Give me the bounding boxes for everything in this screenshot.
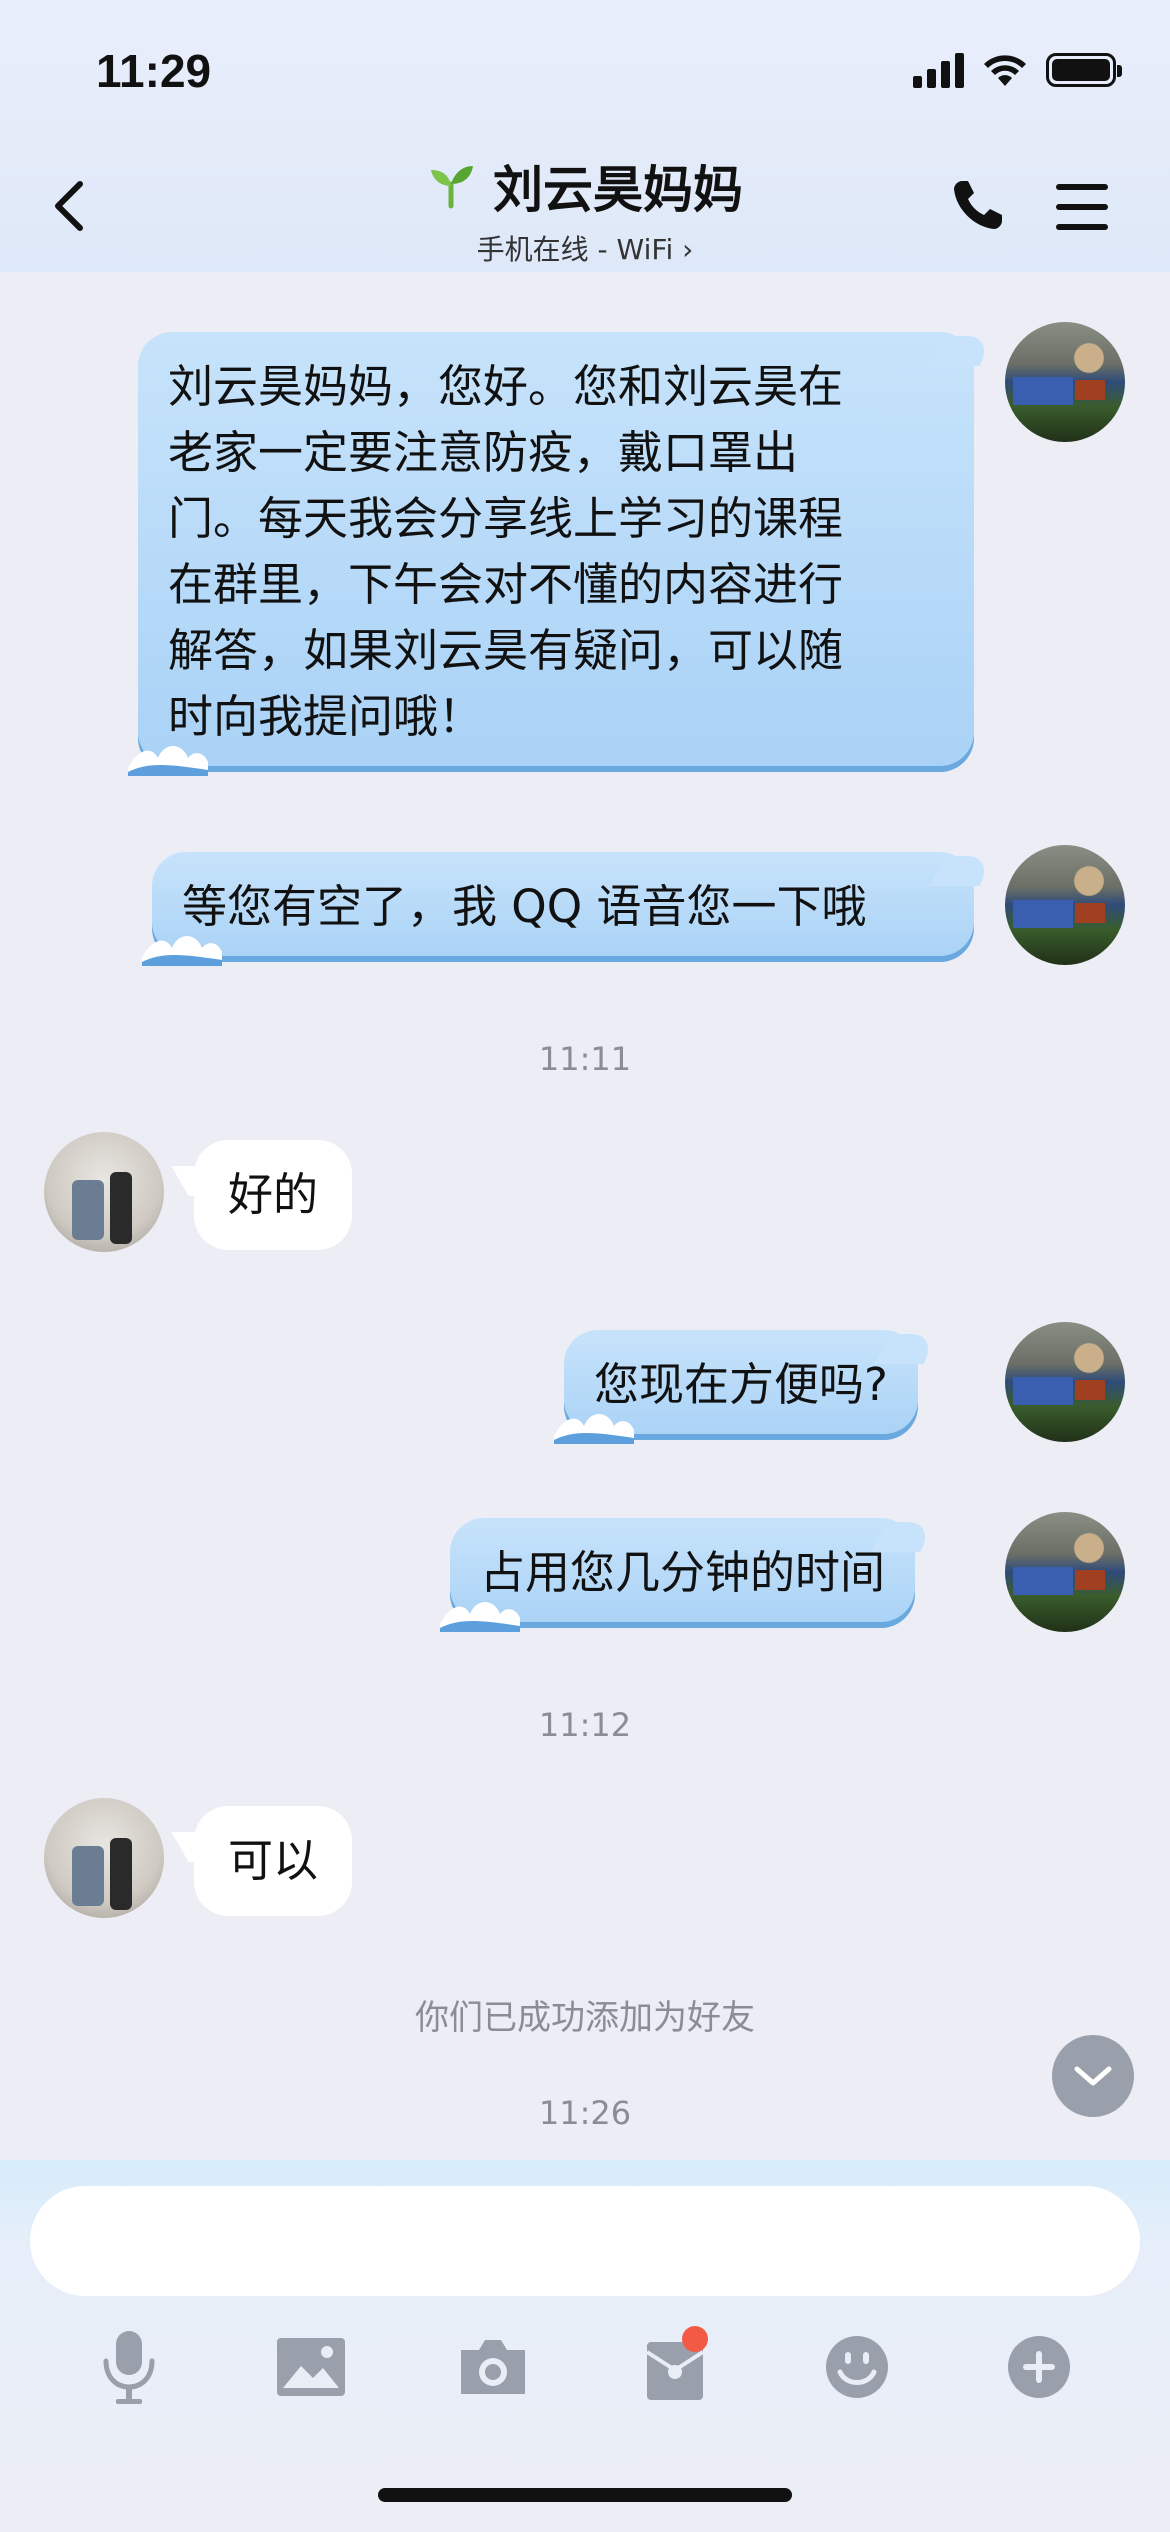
contact-avatar[interactable] bbox=[44, 1132, 164, 1252]
chat-header: 11:29 刘云昊妈妈 手机在线 - WiFi › bbox=[0, 0, 1170, 272]
chevron-down-icon bbox=[1074, 2066, 1112, 2086]
message-bubble-sent[interactable]: 您现在方便吗? bbox=[554, 1330, 941, 1444]
contact-avatar[interactable] bbox=[44, 1798, 164, 1918]
message-text: 刘云昊妈妈，您好。您和刘云昊在 老家一定要注意防疫，戴口罩出 门。每天我会分享线… bbox=[168, 360, 844, 743]
emoji-button[interactable] bbox=[812, 2322, 902, 2412]
phone-icon bbox=[954, 181, 1002, 229]
notification-badge bbox=[682, 2326, 708, 2352]
camera-button[interactable] bbox=[448, 2322, 538, 2412]
microphone-icon bbox=[103, 2331, 155, 2404]
cellular-signal-icon bbox=[913, 52, 964, 88]
menu-button[interactable] bbox=[1052, 180, 1112, 234]
voice-call-button[interactable] bbox=[948, 175, 1008, 235]
message-timestamp: 11:11 bbox=[538, 1040, 632, 1078]
wave-decoration-icon bbox=[142, 936, 222, 966]
status-time: 11:29 bbox=[96, 45, 212, 97]
message-text: 好的 bbox=[228, 1168, 319, 1221]
wave-decoration-icon bbox=[440, 1602, 520, 1632]
status-icons bbox=[913, 52, 1122, 88]
input-area bbox=[0, 2160, 1170, 2532]
emoji-icon bbox=[826, 2336, 888, 2398]
message-timestamp: 11:12 bbox=[538, 1706, 632, 1744]
my-avatar[interactable] bbox=[1005, 1322, 1125, 1442]
hamburger-menu-icon bbox=[1056, 184, 1108, 230]
message-bubble-sent[interactable]: 等您有空了，我 QQ 语音您一下哦 bbox=[142, 852, 997, 966]
message-text: 可以 bbox=[228, 1834, 319, 1887]
chat-title: 刘云昊妈妈 bbox=[493, 161, 743, 219]
sprout-icon bbox=[431, 166, 473, 209]
more-button[interactable] bbox=[994, 2322, 1084, 2412]
message-timestamp: 11:26 bbox=[538, 2094, 632, 2132]
my-avatar[interactable] bbox=[1005, 1512, 1125, 1632]
message-bubble-received[interactable]: 好的 bbox=[171, 1140, 353, 1250]
message-input[interactable] bbox=[30, 2186, 1140, 2296]
image-icon bbox=[277, 2338, 345, 2396]
message-bubble-sent[interactable]: 占用您几分钟的时间 bbox=[440, 1518, 938, 1632]
image-button[interactable] bbox=[266, 2322, 356, 2412]
wave-decoration-icon bbox=[554, 1414, 634, 1444]
my-avatar[interactable] bbox=[1005, 845, 1125, 965]
wifi-icon bbox=[984, 55, 1026, 86]
my-avatar[interactable] bbox=[1005, 322, 1125, 442]
scroll-to-bottom-button[interactable] bbox=[1052, 2035, 1134, 2117]
message-text: 您现在方便吗? bbox=[594, 1358, 888, 1411]
message-bubble-sent[interactable]: 刘云昊妈妈，您好。您和刘云昊在 老家一定要注意防疫，戴口罩出 门。每天我会分享线… bbox=[128, 332, 997, 776]
red-packet-button[interactable] bbox=[630, 2322, 720, 2412]
message-text: 等您有空了，我 QQ 语音您一下哦 bbox=[182, 880, 867, 933]
plus-icon bbox=[1008, 2336, 1070, 2398]
camera-icon bbox=[461, 2340, 525, 2394]
message-text: 占用您几分钟的时间 bbox=[480, 1546, 886, 1599]
system-notice: 你们已成功添加为好友 bbox=[415, 1998, 755, 2038]
chat-screen: 11:29 刘云昊妈妈 手机在线 - WiFi › 刘云昊妈妈，您好。您和刘云昊… bbox=[0, 0, 1170, 2532]
message-bubble-received[interactable]: 可以 bbox=[171, 1806, 353, 1916]
voice-button[interactable] bbox=[84, 2322, 174, 2412]
battery-icon bbox=[1046, 53, 1122, 87]
wave-decoration-icon bbox=[128, 746, 208, 776]
home-indicator[interactable] bbox=[378, 2488, 792, 2502]
